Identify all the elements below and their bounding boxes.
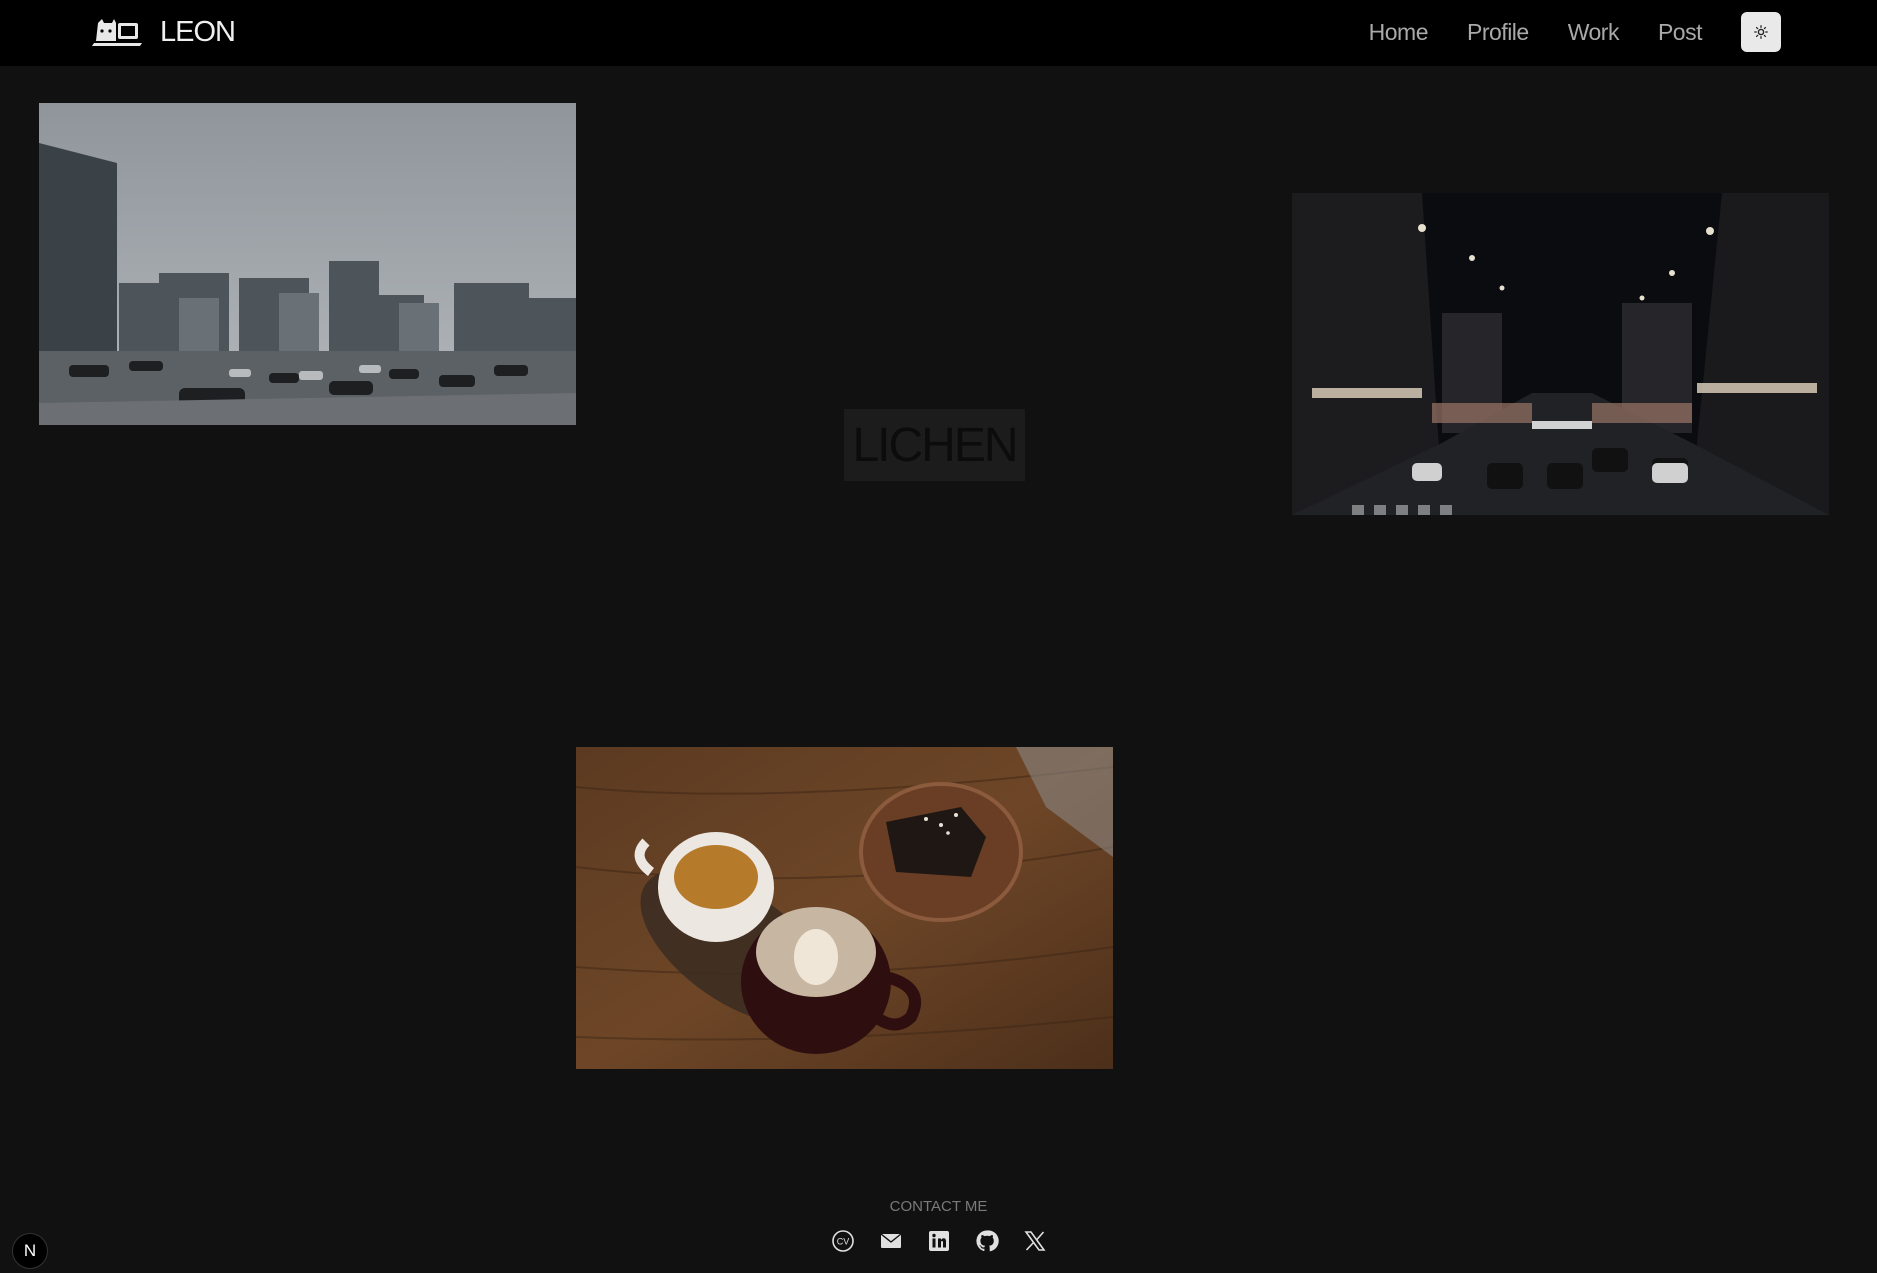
brand-name: LEON xyxy=(160,15,236,48)
x-icon xyxy=(1023,1231,1046,1251)
svg-text:CV: CV xyxy=(836,1237,849,1247)
coffee-image xyxy=(576,747,1113,1069)
x-link[interactable] xyxy=(1023,1229,1047,1253)
sun-icon xyxy=(1754,25,1768,39)
mail-icon xyxy=(880,1233,901,1248)
city-night-image xyxy=(1292,193,1829,515)
linkedin-icon xyxy=(928,1231,949,1251)
nav-link-work[interactable]: Work xyxy=(1568,19,1620,46)
brand-link[interactable]: LEON xyxy=(90,12,236,52)
city-day-image xyxy=(39,103,576,425)
linkedin-link[interactable] xyxy=(927,1229,951,1253)
photo-coffee-and-brownie[interactable] xyxy=(576,747,1113,1069)
email-link[interactable] xyxy=(879,1229,903,1253)
nav-link-post[interactable]: Post xyxy=(1658,19,1703,46)
nav-link-profile[interactable]: Profile xyxy=(1467,19,1529,46)
contact-icons: CV xyxy=(0,1229,1877,1253)
photo-city-street-day[interactable] xyxy=(39,103,576,425)
contact-section: CONTACT ME CV xyxy=(0,1198,1877,1253)
top-navigation-bar: LEON Home Profile Work Post xyxy=(0,0,1877,66)
contact-heading: CONTACT ME xyxy=(889,1198,988,1215)
cv-link[interactable]: CV xyxy=(831,1229,855,1253)
nav-link-home[interactable]: Home xyxy=(1369,19,1429,46)
laptop-cat-icon xyxy=(92,19,142,46)
nextjs-dev-badge[interactable]: N xyxy=(12,1233,48,1269)
main-nav: Home Profile Work Post xyxy=(1369,12,1781,52)
cv-icon: CV xyxy=(831,1230,854,1252)
site-title-lichen: LICHEN xyxy=(844,409,1025,481)
theme-toggle-button[interactable] xyxy=(1741,12,1781,52)
photo-city-street-night[interactable] xyxy=(1292,193,1829,515)
github-icon xyxy=(975,1230,999,1252)
github-link[interactable] xyxy=(975,1229,999,1253)
